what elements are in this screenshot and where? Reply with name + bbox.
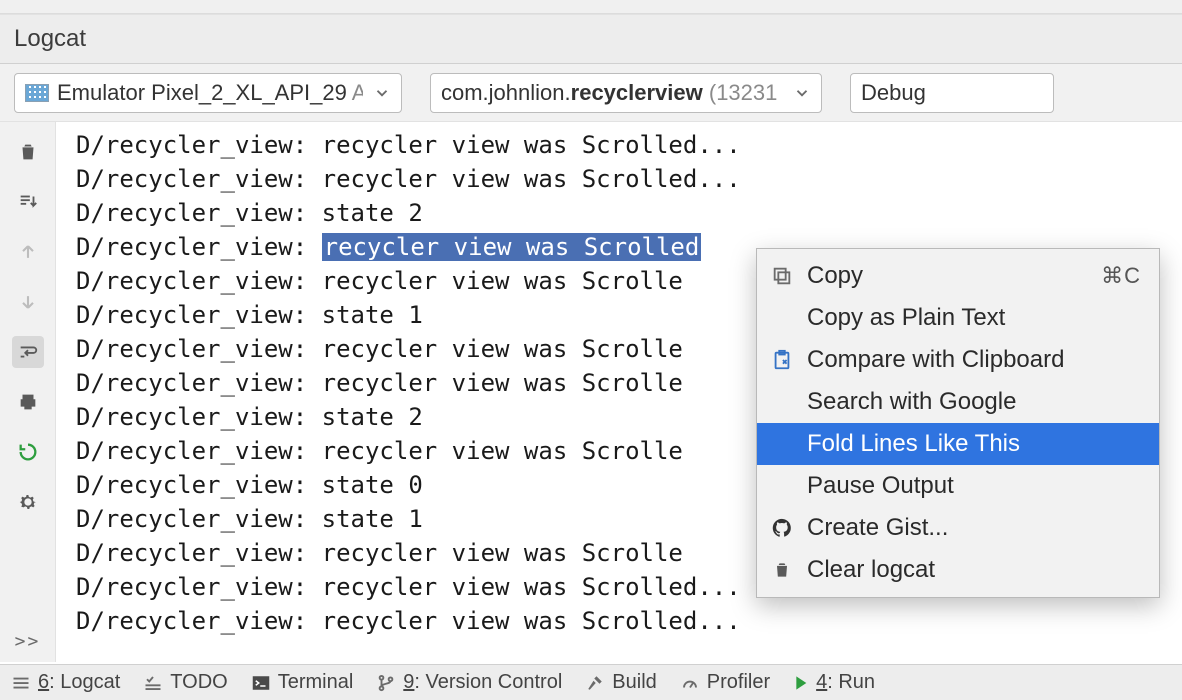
scroll-to-end-icon[interactable] (12, 186, 44, 218)
gauge-icon (681, 674, 699, 692)
gear-icon[interactable] (12, 486, 44, 518)
device-name: Emulator Pixel_2_XL_API_29 (57, 80, 347, 105)
tool-window-logcat[interactable]: 6: Logcat (12, 671, 120, 694)
soft-wrap-icon[interactable] (12, 336, 44, 368)
context-menu-label: Pause Output (807, 472, 1141, 500)
branch-icon (377, 674, 395, 692)
context-menu-item[interactable]: Search with Google (757, 381, 1159, 423)
terminal-icon (252, 675, 270, 691)
context-menu-label: Fold Lines Like This (807, 430, 1141, 458)
context-menu-item[interactable]: Copy ⌘C (757, 255, 1159, 297)
context-menu-item[interactable]: Pause Output (757, 465, 1159, 507)
label: : Version Control (414, 671, 562, 693)
tool-window-vcs[interactable]: 9: Version Control (377, 671, 562, 694)
checklist-icon (144, 676, 162, 690)
mnemonic: 9 (403, 671, 414, 693)
context-menu-shortcut: ⌘C (1101, 263, 1141, 289)
compare-clipboard-icon (767, 349, 797, 371)
print-icon[interactable] (12, 386, 44, 418)
tool-window-build[interactable]: Build (586, 671, 656, 694)
context-menu-item[interactable]: Create Gist... (757, 507, 1159, 549)
log-selection: recycler view was Scrolled (322, 233, 702, 261)
log-line[interactable]: D/recycler_view: state 2 (76, 196, 1182, 230)
tool-window-terminal[interactable]: Terminal (252, 671, 354, 694)
app-select[interactable]: com.johnlion.recyclerview (13231 (430, 73, 822, 113)
label: : Logcat (49, 671, 120, 693)
bottom-toolbar: 6: Logcat TODO Terminal 9: Version Contr… (0, 664, 1182, 700)
log-line[interactable]: D/recycler_view: recycler view was Scrol… (76, 128, 1182, 162)
context-menu-item[interactable]: Compare with Clipboard (757, 339, 1159, 381)
trash-icon (767, 560, 797, 580)
label: Profiler (707, 671, 770, 694)
app-pkg-prefix: com.johnlion. (441, 80, 571, 105)
github-icon (767, 517, 797, 539)
context-menu-item[interactable]: Clear logcat (757, 549, 1159, 591)
context-menu-label: Compare with Clipboard (807, 346, 1141, 374)
device-select-text: Emulator Pixel_2_XL_API_29 Anc (57, 80, 363, 106)
context-menu: Copy ⌘C Copy as Plain Text Compare with Cli… (756, 248, 1160, 598)
mnemonic: 4 (816, 671, 827, 693)
app-select-text: com.johnlion.recyclerview (13231 (441, 80, 783, 106)
panel-title: Logcat (0, 14, 1182, 64)
app-pid-tail: (13231 (703, 80, 778, 105)
logcat-toolbar: Emulator Pixel_2_XL_API_29 Anc com.johnl… (0, 64, 1182, 122)
log-line[interactable]: D/recycler_view: recycler view was Scrol… (76, 604, 1182, 638)
hammer-icon (586, 674, 604, 692)
context-menu-item[interactable]: Copy as Plain Text (757, 297, 1159, 339)
copy-icon (767, 265, 797, 287)
panel-title-text: Logcat (14, 25, 86, 53)
app-pkg-bold: recyclerview (571, 80, 703, 105)
context-menu-label: Copy as Plain Text (807, 304, 1141, 332)
arrow-down-icon[interactable] (12, 286, 44, 318)
label: : Run (827, 671, 875, 693)
context-menu-label: Copy (807, 262, 1091, 290)
context-menu-label: Search with Google (807, 388, 1141, 416)
chevron-down-icon (373, 84, 391, 102)
tool-window-profiler[interactable]: Profiler (681, 671, 770, 694)
context-menu-label: Clear logcat (807, 556, 1141, 584)
mnemonic: 6 (38, 671, 49, 693)
log-level-text: Debug (861, 80, 1043, 106)
log-line[interactable]: D/recycler_view: recycler view was Scrol… (76, 162, 1182, 196)
list-icon (12, 676, 30, 690)
tool-window-run[interactable]: 4: Run (794, 671, 875, 694)
rail-more-icon[interactable]: >> (15, 631, 41, 652)
log-level-select[interactable]: Debug (850, 73, 1054, 113)
chevron-down-icon (793, 84, 811, 102)
label: Build (612, 671, 656, 694)
trash-icon[interactable] (12, 136, 44, 168)
label: Terminal (278, 671, 354, 694)
label: TODO (170, 671, 227, 694)
device-icon (25, 84, 49, 102)
play-icon (794, 675, 808, 691)
logcat-left-rail: >> (0, 122, 56, 662)
arrow-up-icon[interactable] (12, 236, 44, 268)
device-os-tail: Anc (347, 80, 363, 105)
window-top-strip (0, 0, 1182, 14)
context-menu-label: Create Gist... (807, 514, 1141, 542)
context-menu-item[interactable]: Fold Lines Like This (757, 423, 1159, 465)
device-select[interactable]: Emulator Pixel_2_XL_API_29 Anc (14, 73, 402, 113)
tool-window-todo[interactable]: TODO (144, 671, 227, 694)
restart-icon[interactable] (12, 436, 44, 468)
